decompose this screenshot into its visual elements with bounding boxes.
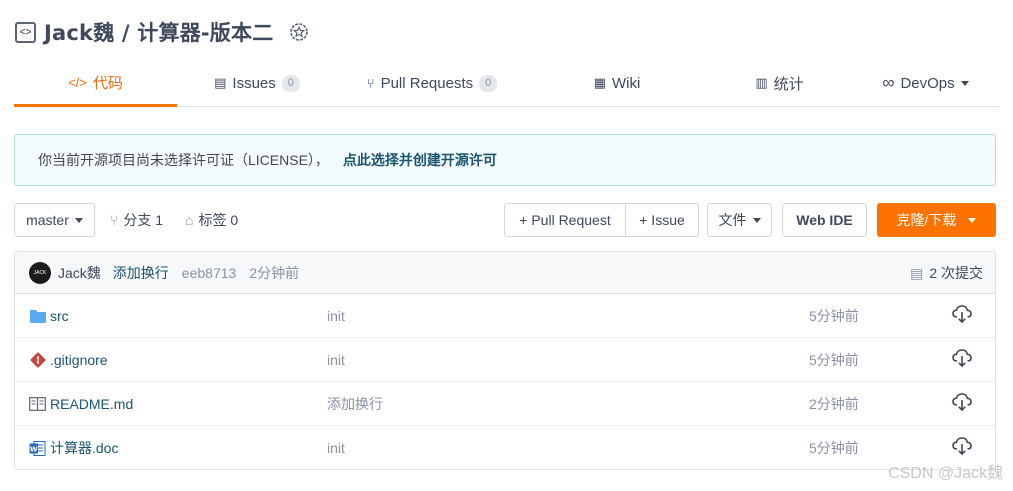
history-icon: ▤ [910, 264, 924, 281]
code-box-icon: <> [15, 21, 36, 43]
repo-header: <> Jack魏 / 计算器-版本二 [15, 16, 309, 48]
create-license-link[interactable]: 点此选择并创建开源许可 [343, 150, 497, 170]
table-row: .gitignore init 5分钟前 [15, 338, 995, 382]
file-commit-message[interactable]: init [327, 352, 345, 368]
tab-pull-requests[interactable]: ⑂ Pull Requests 0 [337, 60, 527, 106]
branch-icon: ⑂ [110, 212, 119, 228]
git-icon [29, 351, 46, 368]
csdn-watermark: CSDN @Jack魏 [888, 465, 1003, 482]
commit-message[interactable]: 添加换行 [113, 263, 169, 283]
tags-link[interactable]: ⌂ 标签 0 [185, 203, 238, 237]
issues-count-badge: 0 [281, 74, 300, 92]
readme-icon [29, 395, 46, 412]
clone-label: 克隆/下载 [896, 212, 957, 228]
branch-label: master [26, 212, 69, 228]
tags-label: 标签 0 [198, 212, 239, 228]
code-icon: </> [68, 74, 87, 90]
table-row: W 计算器.doc init 5分钟前 [15, 426, 995, 470]
stats-icon: ▥ [755, 75, 768, 90]
chevron-down-icon [968, 217, 977, 223]
tab-issues[interactable]: ▤ Issues 0 [177, 60, 337, 106]
new-pull-request-button[interactable]: + Pull Request [505, 204, 626, 236]
branches-label: 分支 1 [123, 212, 164, 228]
commit-sha[interactable]: eeb8713 [182, 265, 237, 281]
clone-download-button[interactable]: 克隆/下载 [877, 203, 996, 237]
tab-label: 代码 [92, 74, 123, 92]
commit-time: 2分钟前 [249, 264, 300, 281]
word-doc-icon: W [29, 440, 46, 457]
tab-wiki[interactable]: ▦ Wiki [527, 60, 707, 106]
tab-devops[interactable]: ∞ DevOps [852, 60, 999, 106]
file-name-link[interactable]: src [50, 308, 69, 324]
award-badge-icon[interactable] [289, 22, 309, 42]
latest-commit-bar: JACK Jack魏 添加换行 eeb8713 2分钟前 ▤ 2 次提交 [15, 252, 995, 294]
tab-label: Wiki [611, 74, 641, 92]
wiki-icon: ▦ [593, 75, 606, 90]
license-notice: 你当前开源项目尚未选择许可证（LICENSE）， 点此选择并创建开源许可 [14, 134, 996, 186]
issues-icon: ▤ [214, 75, 227, 90]
table-row: README.md 添加换行 2分钟前 [15, 382, 995, 426]
tab-code[interactable]: </> 代码 [14, 60, 177, 107]
svg-text:W: W [30, 445, 38, 453]
tab-stats[interactable]: ▥ 统计 [707, 60, 852, 106]
file-commit-message[interactable]: init [327, 440, 345, 456]
tab-label: Issues [232, 74, 276, 92]
tag-icon: ⌂ [185, 212, 194, 228]
file-name-link[interactable]: 计算器.doc [50, 438, 118, 458]
commit-count: 2 次提交 [929, 265, 983, 281]
commits-link[interactable]: ▤ 2 次提交 [910, 252, 983, 294]
file-name-link[interactable]: .gitignore [50, 352, 108, 368]
file-time: 5分钟前 [809, 351, 859, 368]
cloud-download-icon[interactable] [951, 435, 973, 457]
repo-title[interactable]: Jack魏 / 计算器-版本二 [44, 17, 273, 47]
chevron-down-icon [752, 217, 761, 223]
file-time: 2分钟前 [809, 395, 859, 412]
file-time: 5分钟前 [809, 307, 859, 324]
pull-requests-count-badge: 0 [479, 74, 498, 92]
pull-request-icon: ⑂ [366, 75, 375, 91]
notice-text: 你当前开源项目尚未选择许可证（LICENSE）， [38, 152, 329, 168]
cloud-download-icon[interactable] [951, 391, 973, 413]
folder-icon [29, 307, 46, 324]
repo-tabs: </> 代码 ▤ Issues 0 ⑂ Pull Requests 0 ▦ Wi… [14, 60, 999, 107]
new-issue-button[interactable]: + Issue [626, 204, 698, 236]
branch-select[interactable]: master [14, 203, 95, 237]
cloud-download-icon[interactable] [951, 347, 973, 369]
file-commit-message[interactable]: 添加换行 [327, 394, 383, 414]
commit-author[interactable]: Jack魏 [58, 263, 101, 283]
tab-label: 统计 [773, 75, 804, 93]
create-button-group: + Pull Request + Issue [504, 203, 699, 237]
avatar[interactable]: JACK [29, 261, 51, 284]
chevron-down-icon [74, 217, 83, 223]
cloud-download-icon[interactable] [951, 303, 973, 325]
chevron-down-icon [960, 80, 969, 86]
branches-link[interactable]: ⑂ 分支 1 [110, 203, 163, 237]
tab-label: DevOps [900, 74, 955, 92]
file-time: 5分钟前 [809, 440, 859, 456]
file-commit-message[interactable]: init [327, 308, 345, 324]
file-name-link[interactable]: README.md [50, 396, 133, 412]
tab-label: Pull Requests [380, 74, 474, 92]
file-menu-button[interactable]: 文件 [707, 203, 772, 237]
file-label: 文件 [718, 212, 747, 228]
table-row: src init 5分钟前 [15, 294, 995, 338]
web-ide-button[interactable]: Web IDE [782, 203, 867, 237]
devops-icon: ∞ [882, 73, 895, 92]
file-table: JACK Jack魏 添加换行 eeb8713 2分钟前 ▤ 2 次提交 src… [14, 251, 996, 470]
